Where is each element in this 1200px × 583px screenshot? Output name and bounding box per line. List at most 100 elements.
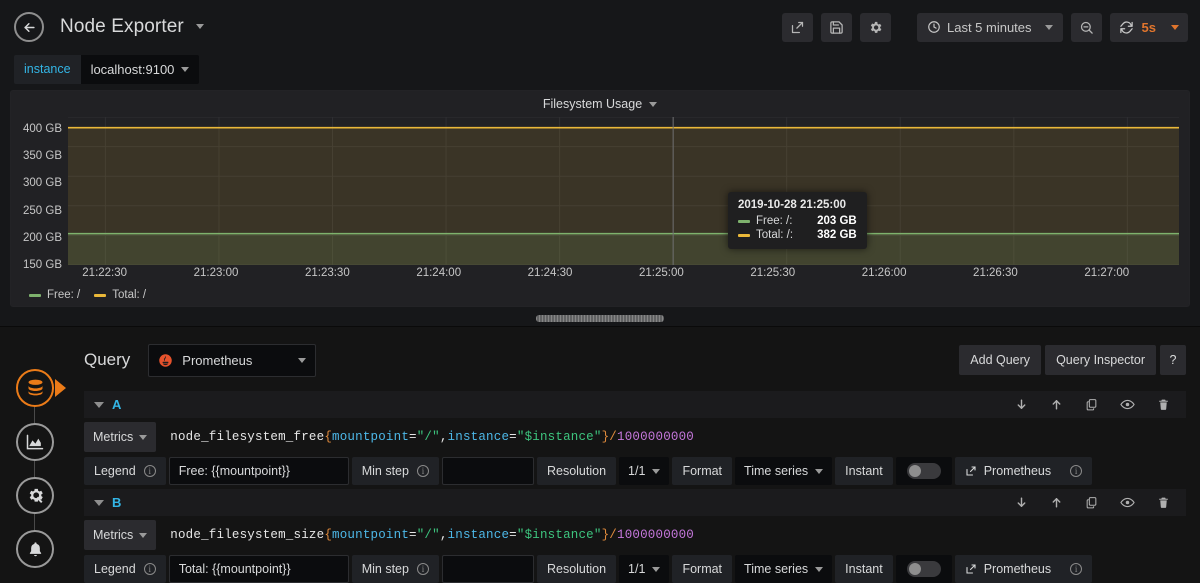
- add-query-button[interactable]: Add Query: [959, 345, 1042, 375]
- trash-icon[interactable]: [1157, 398, 1170, 411]
- x-tick: 21:23:00: [193, 267, 239, 279]
- min-step-input[interactable]: [441, 457, 534, 485]
- sidebar-item-general[interactable]: [16, 476, 54, 515]
- chevron-down-icon: [649, 101, 658, 107]
- plot-canvas[interactable]: [68, 117, 1179, 265]
- tooltip-row: Total: /: 382 GB: [738, 229, 857, 241]
- x-tick: 21:22:30: [82, 267, 128, 279]
- move-down-icon[interactable]: [1015, 496, 1028, 509]
- dashboard-title-menu[interactable]: Node Exporter: [60, 16, 205, 38]
- instant-option-label: Instant: [835, 457, 893, 485]
- info-icon[interactable]: i: [1070, 563, 1083, 575]
- legend-item[interactable]: Total: /: [94, 289, 146, 301]
- save-button[interactable]: [820, 12, 852, 42]
- collapse-caret-icon[interactable]: [94, 499, 104, 506]
- info-icon[interactable]: i: [143, 563, 156, 575]
- tooltip-label: Free: /:: [756, 215, 793, 227]
- sidebar-item-alert[interactable]: [16, 530, 54, 568]
- move-down-icon[interactable]: [1015, 398, 1028, 411]
- expr-eq: =: [509, 430, 517, 444]
- refresh-controls[interactable]: 5s: [1109, 12, 1188, 42]
- sidebar-item-queries[interactable]: [16, 369, 54, 407]
- editor-tab-rail: [0, 327, 70, 583]
- expr-label-value: "$instance": [516, 528, 602, 542]
- chevron-down-icon: [181, 66, 190, 72]
- legend-format-input[interactable]: Total: {{mountpoint}}: [168, 555, 349, 583]
- panel-resize-handle[interactable]: [536, 314, 664, 322]
- resolution-value: 1/1: [628, 562, 646, 576]
- info-icon[interactable]: i: [416, 563, 429, 575]
- expr-open-brace: {: [324, 430, 333, 444]
- panel-container: Filesystem Usage 400 GB 350 GB 300 GB 25…: [0, 84, 1200, 307]
- sidebar-item-visualization[interactable]: [16, 422, 54, 461]
- y-tick: 150 GB: [23, 259, 62, 271]
- datasource-name: Prometheus: [182, 352, 253, 368]
- query-expression-input[interactable]: node_filesystem_free{mountpoint = "/", ins…: [156, 422, 1186, 452]
- expr-comma: ,: [439, 430, 448, 444]
- duplicate-icon[interactable]: [1085, 496, 1098, 509]
- expr-close-brace: }: [601, 430, 610, 444]
- template-variables-bar: instance localhost:9100: [0, 54, 1200, 84]
- legend-format-input[interactable]: Free: {{mountpoint}}: [168, 457, 349, 485]
- back-button[interactable]: [14, 12, 44, 42]
- share-button[interactable]: [781, 12, 813, 42]
- collapse-caret-icon[interactable]: [94, 401, 104, 408]
- expr-open-brace: {: [324, 528, 333, 542]
- legend-option-label: Legend i: [84, 457, 166, 485]
- arrow-left-icon: [23, 22, 35, 32]
- time-range-picker[interactable]: Last 5 minutes: [916, 12, 1063, 42]
- panel-title-menu[interactable]: Filesystem Usage: [11, 91, 1189, 117]
- min-step-input[interactable]: [441, 555, 534, 583]
- resolution-option-label: Resolution: [536, 555, 617, 583]
- format-option-label: Format: [672, 555, 733, 583]
- metrics-picker[interactable]: Metrics: [84, 520, 157, 550]
- info-icon[interactable]: i: [416, 465, 429, 477]
- query-row-actions: [1015, 495, 1178, 510]
- search-minus-icon: [1080, 21, 1093, 34]
- resolution-select[interactable]: 1/1: [619, 457, 670, 485]
- expr-label-value: "$instance": [516, 430, 602, 444]
- metrics-picker[interactable]: Metrics: [84, 422, 157, 452]
- prometheus-link[interactable]: Prometheus i: [954, 555, 1093, 583]
- y-tick: 300 GB: [23, 177, 62, 190]
- info-icon[interactable]: i: [143, 465, 156, 477]
- format-select[interactable]: Time series: [735, 555, 833, 583]
- variable-instance-select[interactable]: localhost:9100: [80, 54, 200, 84]
- expr-metric: node_filesystem_size: [170, 528, 325, 542]
- chart-tooltip: 2019-10-28 21:25:00 Free: /: 203 GB Tota…: [728, 192, 867, 249]
- duplicate-icon[interactable]: [1085, 398, 1098, 411]
- legend-item[interactable]: Free: /: [29, 289, 80, 301]
- instant-toggle[interactable]: [895, 457, 952, 485]
- x-tick: 21:27:00: [1084, 267, 1130, 279]
- tooltip-label: Total: /:: [756, 229, 794, 241]
- datasource-picker[interactable]: Prometheus: [148, 343, 317, 377]
- variable-instance: instance localhost:9100: [14, 54, 200, 84]
- min-step-label-text: Min step: [361, 464, 409, 478]
- query-expression-row: Metrics node_filesystem_size{mountpoint =…: [84, 520, 1186, 550]
- move-up-icon[interactable]: [1050, 496, 1063, 509]
- resolution-option-label: Resolution: [536, 457, 617, 485]
- refresh-icon[interactable]: [1119, 20, 1134, 35]
- eye-icon[interactable]: [1120, 495, 1135, 510]
- help-button[interactable]: ?: [1160, 345, 1186, 375]
- chevron-down-icon: [298, 357, 307, 363]
- eye-icon[interactable]: [1120, 397, 1135, 412]
- query-expression-input[interactable]: node_filesystem_size{mountpoint = "/", ins…: [156, 520, 1186, 550]
- query-row-actions: [1015, 397, 1178, 412]
- zoom-out-button[interactable]: [1070, 12, 1102, 42]
- series-plot: [68, 117, 1179, 265]
- query-inspector-button[interactable]: Query Inspector: [1045, 345, 1156, 375]
- format-select[interactable]: Time series: [735, 457, 833, 485]
- resolution-select[interactable]: 1/1: [619, 555, 670, 583]
- trash-icon[interactable]: [1157, 496, 1170, 509]
- instant-toggle[interactable]: [895, 555, 952, 583]
- dashboard-settings-button[interactable]: [859, 12, 891, 42]
- info-icon[interactable]: i: [1070, 465, 1083, 477]
- expr-number: 1000000000: [617, 430, 695, 444]
- prometheus-icon: [159, 353, 173, 367]
- chevron-down-icon: [1044, 24, 1053, 30]
- tooltip-color-swatch: [738, 233, 750, 237]
- chevron-down-icon: [139, 532, 148, 538]
- prometheus-link[interactable]: Prometheus i: [954, 457, 1093, 485]
- move-up-icon[interactable]: [1050, 398, 1063, 411]
